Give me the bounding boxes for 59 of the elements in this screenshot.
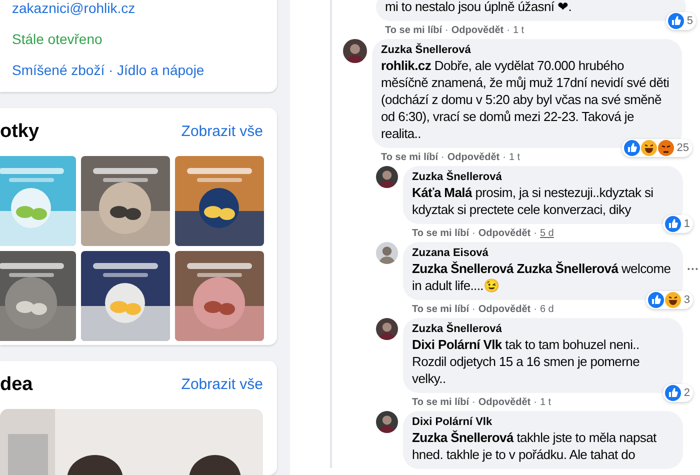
reaction-badge[interactable]: 5 <box>666 12 696 30</box>
reaction-badge[interactable]: 25 <box>622 139 692 157</box>
opening-hours: Stále otevřeno <box>11 30 104 48</box>
reaction-count: 5 <box>686 15 693 27</box>
separator-dot: · <box>472 228 476 239</box>
section-title: otky <box>0 120 40 143</box>
separator-dot: · <box>534 228 537 239</box>
separator-dot: · <box>472 397 476 408</box>
avatar[interactable] <box>376 166 398 188</box>
separator-dot: · <box>445 25 448 36</box>
reply-link[interactable]: Odpovědět <box>478 397 531 408</box>
category-link[interactable]: Smíšené zboží · Jídlo a nápoje <box>0 54 263 85</box>
email-link[interactable]: zakaznici@rohlik.cz <box>0 0 263 23</box>
comment-time[interactable]: 6 d <box>540 304 554 315</box>
comment-text: mi to nestalo jsou úplně úžasní ❤. <box>385 0 573 15</box>
separator-dot: · <box>506 25 510 36</box>
comment-author[interactable]: Zuzka Šnellerová <box>412 171 673 183</box>
like-link[interactable]: To se mi líbí <box>385 25 442 36</box>
like-link[interactable]: To se mi líbí <box>412 304 470 315</box>
comment-text: Zuzka Šnellerová Zuzka Šnellerová welcome in adult life....😉 <box>412 260 672 294</box>
reaction-badge[interactable]: 3 <box>646 291 693 309</box>
see-all-link[interactable]: Zobrazit vše <box>181 376 263 394</box>
comment-time[interactable]: 1 t <box>540 397 552 408</box>
avatar[interactable] <box>376 318 398 340</box>
reply-link[interactable]: Odpovědět <box>451 25 504 36</box>
comment-author[interactable]: Dixi Polární Vlk <box>412 416 673 428</box>
separator-dot: · <box>534 304 537 315</box>
comment-author[interactable]: Zuzka Šnellerová <box>412 323 673 335</box>
like-link[interactable]: To se mi líbí <box>381 152 438 163</box>
comment-text: Dixi Polární Vlk tak to tam bohuzel neni.. Rozdil odjetych 15 a 16 smen je pomerne velky.. <box>412 336 640 387</box>
separator-dot: · <box>472 304 476 315</box>
comment-text: Zuzka Šnellerová takhle jste to měla napsat hned. takhle je to v pořádku. Ale tahat do <box>412 429 658 463</box>
comment-text: rohlik.cz Dobře, ale vydělat 70.000 hrubého měsíčně znamená, že můj muž 17dní nevidí své děti (odchází z domu v 5:20 aby byl včas na své směně od 6:30), vrací se domů mezi 22-23. Taková je realita.. <box>381 57 670 142</box>
comment-time[interactable]: 5 d <box>540 228 554 239</box>
reaction-count: 2 <box>682 387 690 399</box>
more-menu[interactable]: ··· <box>687 262 699 276</box>
comment-text: Káťa Malá prosim, ja si nestezuji..kdyztak si kdyztak si prectete cele konverzaci, diky <box>412 184 654 218</box>
separator-dot: · <box>534 397 537 408</box>
reply-link[interactable]: Odpovědět <box>478 228 531 239</box>
avatar[interactable] <box>376 242 398 264</box>
reply-link[interactable]: Odpovědět <box>478 304 531 315</box>
reaction-count: 3 <box>682 294 690 306</box>
reaction-count: 1 <box>682 218 690 230</box>
like-link[interactable]: To se mi líbí <box>412 228 470 239</box>
comment-time[interactable]: 1 t <box>508 152 520 163</box>
comment-time[interactable]: 1 t <box>512 25 524 36</box>
avatar[interactable] <box>343 39 367 63</box>
reaction-count: 25 <box>676 142 689 154</box>
see-all-link[interactable]: Zobrazit vše <box>181 123 263 140</box>
reaction-badge[interactable]: 2 <box>662 384 693 402</box>
reply-link[interactable]: Odpovědět <box>447 152 500 163</box>
section-title: dea <box>0 374 33 396</box>
reaction-badge[interactable]: 1 <box>662 215 693 233</box>
separator-dot: · <box>502 152 506 163</box>
avatar[interactable] <box>376 411 398 433</box>
comment-author[interactable]: Zuzana Eisová <box>412 247 673 259</box>
like-link[interactable]: To se mi líbí <box>412 397 470 408</box>
comment-author[interactable]: Zuzka Šnellerová <box>381 44 672 56</box>
separator-dot: · <box>441 152 444 163</box>
